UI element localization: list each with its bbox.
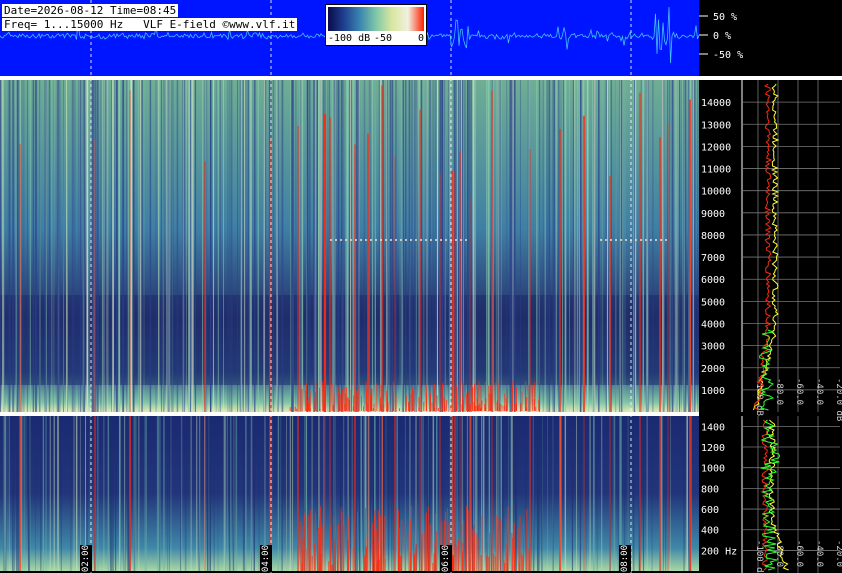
waveform-divider: [0, 76, 699, 80]
freq-tick-label-low: 1400: [701, 422, 725, 433]
freq-tick-label: 1000: [701, 386, 725, 397]
right-divider: [699, 76, 842, 80]
db-tick-label: -80.0: [774, 378, 784, 405]
header-date-time: Date=2026-08-12 Time=08:45: [2, 4, 179, 17]
colorbar-label-mid: -50: [374, 33, 393, 44]
freq-tick-label: 4000: [701, 319, 725, 330]
colorbar-label-max: 0: [418, 33, 425, 44]
db-tick-label-low: -60.0: [794, 540, 804, 567]
pct-label: 0 %: [713, 31, 731, 42]
freq-tick-label: 6000: [701, 275, 725, 286]
colorbar-label-min: -100 dB: [328, 33, 371, 44]
freq-tick-label: 12000: [701, 142, 731, 153]
freq-tick-label: 9000: [701, 209, 725, 220]
freq-tick-label: 8000: [701, 231, 725, 242]
freq-tick-label: 10000: [701, 187, 731, 198]
time-label-0800: 08:00: [619, 545, 631, 573]
freq-tick-label: 13000: [701, 120, 731, 131]
time-label-0200: 02:00: [80, 545, 92, 573]
header-freq-info: Freq= 1...15000 Hz VLF E-field ©www.vlf.…: [2, 18, 298, 31]
db-tick-label: -20.0 dB: [834, 378, 842, 421]
freq-tick-label: 5000: [701, 297, 725, 308]
colorbar-gradient: [328, 7, 424, 31]
vlf-spectrogram-view: 50 % 0 % -50 % 1000 2000 3000 4000 5000 6000 7000…: [0, 0, 842, 573]
time-label-0400: 04:00: [260, 545, 272, 573]
freq-tick-label-low: 200 Hz: [701, 546, 737, 557]
freq-tick-label-low: 600: [701, 505, 719, 516]
freq-tick-label: 7000: [701, 253, 725, 264]
colorbar: -100 dB -50 0: [325, 4, 427, 46]
db-tick-label-low: -40.0: [814, 540, 824, 567]
time-label-0600: 06:00: [440, 545, 452, 573]
freq-tick-label: 11000: [701, 165, 731, 176]
freq-tick-label-low: 1000: [701, 464, 725, 475]
freq-tick-label-low: 800: [701, 484, 719, 495]
freq-tick-label: 2000: [701, 364, 725, 375]
db-tick-label: -40.0: [814, 378, 824, 405]
freq-tick-label: 14000: [701, 98, 731, 109]
freq-tick-label: 3000: [701, 342, 725, 353]
pct-label: -50 %: [713, 50, 743, 61]
spectrogram-divider: [0, 412, 699, 416]
freq-tick-label-low: 400: [701, 526, 719, 537]
db-tick-label-low: -100 dB: [754, 540, 764, 573]
pct-label: 50 %: [713, 12, 737, 23]
freq-tick-label-low: 1200: [701, 443, 725, 454]
spectrogram-canvas: 50 %0 %-50 %1000200030004000500060007000…: [0, 0, 842, 573]
db-tick-label-low: -20.0 dB: [834, 540, 842, 573]
db-tick-label: -60.0: [794, 378, 804, 405]
